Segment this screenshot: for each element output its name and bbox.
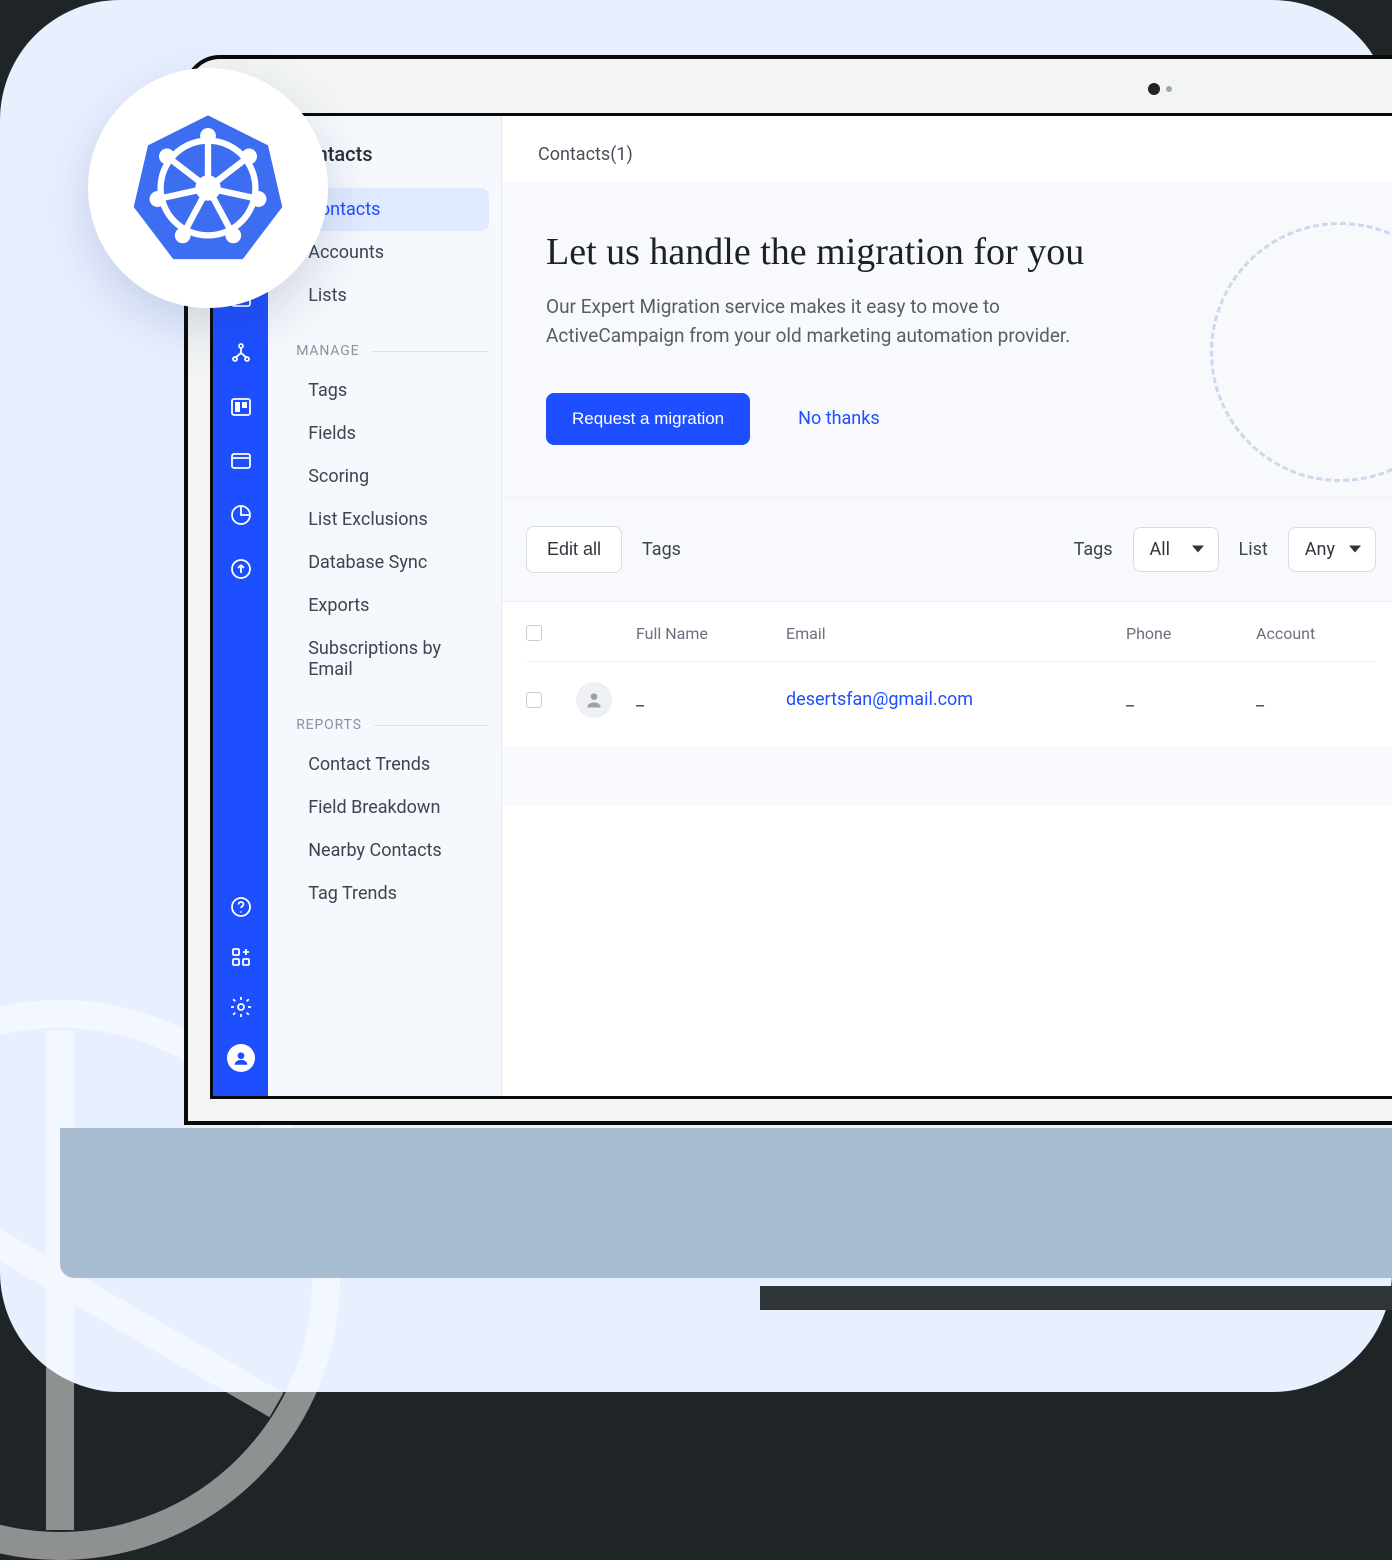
contacts-toolbar: Edit all Tags Tags All List Any [502,498,1392,602]
sidebar-item-scoring[interactable]: Scoring [292,455,489,498]
toolbar-tags-label[interactable]: Tags [642,539,681,560]
migration-hero: Let us handle the migration for you Our … [502,182,1392,498]
cell-account: _ [1256,689,1376,710]
request-migration-button[interactable]: Request a migration [546,393,750,445]
cell-email[interactable]: desertsfan@gmail.com [786,689,1126,710]
monitor-frame: Contacts Contacts Accounts Lists MANAGE … [184,55,1392,1125]
sidebar-item-accounts[interactable]: Accounts [292,231,489,274]
monitor-base [60,1128,1392,1278]
sidebar-group-manage: MANAGE [296,343,489,359]
col-phone[interactable]: Phone [1126,624,1256,643]
hero-title: Let us handle the migration for you [546,230,1356,274]
sidebar-item-label: Lists [308,285,347,306]
select-all-checkbox[interactable] [526,625,542,641]
filter-tags-select[interactable]: All [1133,527,1219,572]
sidebar-item-nearby-contacts[interactable]: Nearby Contacts [292,829,489,872]
no-thanks-link[interactable]: No thanks [798,408,880,429]
kubernetes-logo-icon [129,109,287,267]
app-screen: Contacts Contacts Accounts Lists MANAGE … [210,113,1392,1099]
filter-tags-label: Tags [1074,539,1113,560]
kubernetes-badge [88,68,328,308]
main-content: Contacts(1) Let us handle the migration … [502,116,1392,1096]
sidebar-item-tags[interactable]: Tags [292,369,489,412]
cell-phone: _ [1126,689,1256,710]
apps-icon[interactable] [228,944,254,970]
sidebar-group-reports: REPORTS [296,717,489,733]
filter-list-label: List [1239,539,1268,560]
row-avatar-icon [576,682,612,718]
sidebar-item-lists[interactable]: Lists [292,274,489,317]
upload-icon[interactable] [228,556,254,582]
user-avatar-icon[interactable] [227,1044,255,1072]
col-email[interactable]: Email [786,624,1126,643]
reports-icon[interactable] [228,502,254,528]
col-full-name[interactable]: Full Name [636,624,786,643]
row-checkbox[interactable] [526,692,542,708]
sidebar-item-database-sync[interactable]: Database Sync [292,541,489,584]
table-footer-spacer [502,746,1392,806]
sidebar-item-tag-trends[interactable]: Tag Trends [292,872,489,915]
breadcrumb: Contacts(1) [502,116,1392,182]
camera-dot [1148,83,1160,95]
sidebar-item-subscriptions[interactable]: Subscriptions by Email [292,627,489,691]
hero-body: Our Expert Migration service makes it ea… [546,292,1126,351]
edit-all-button[interactable]: Edit all [526,526,622,573]
sidebar: Contacts Contacts Accounts Lists MANAGE … [268,116,502,1096]
monitor-shadow [760,1286,1392,1310]
sidebar-item-label: Accounts [308,242,384,263]
sidebar-item-exports[interactable]: Exports [292,584,489,627]
contacts-table: Full Name Email Phone Account _ desertsf… [502,602,1392,806]
window-icon[interactable] [228,448,254,474]
sidebar-item-field-breakdown[interactable]: Field Breakdown [292,786,489,829]
table-header: Full Name Email Phone Account [526,602,1376,662]
automation-icon[interactable] [228,340,254,366]
sidebar-item-contact-trends[interactable]: Contact Trends [292,743,489,786]
table-row[interactable]: _ desertsfan@gmail.com _ _ [526,662,1376,738]
board-icon[interactable] [228,394,254,420]
col-account[interactable]: Account [1256,624,1376,643]
filter-list-select[interactable]: Any [1288,527,1376,572]
cell-full-name: _ [636,689,786,710]
sidebar-item-list-exclusions[interactable]: List Exclusions [292,498,489,541]
help-icon[interactable] [228,894,254,920]
sidebar-item-fields[interactable]: Fields [292,412,489,455]
settings-icon[interactable] [228,994,254,1020]
